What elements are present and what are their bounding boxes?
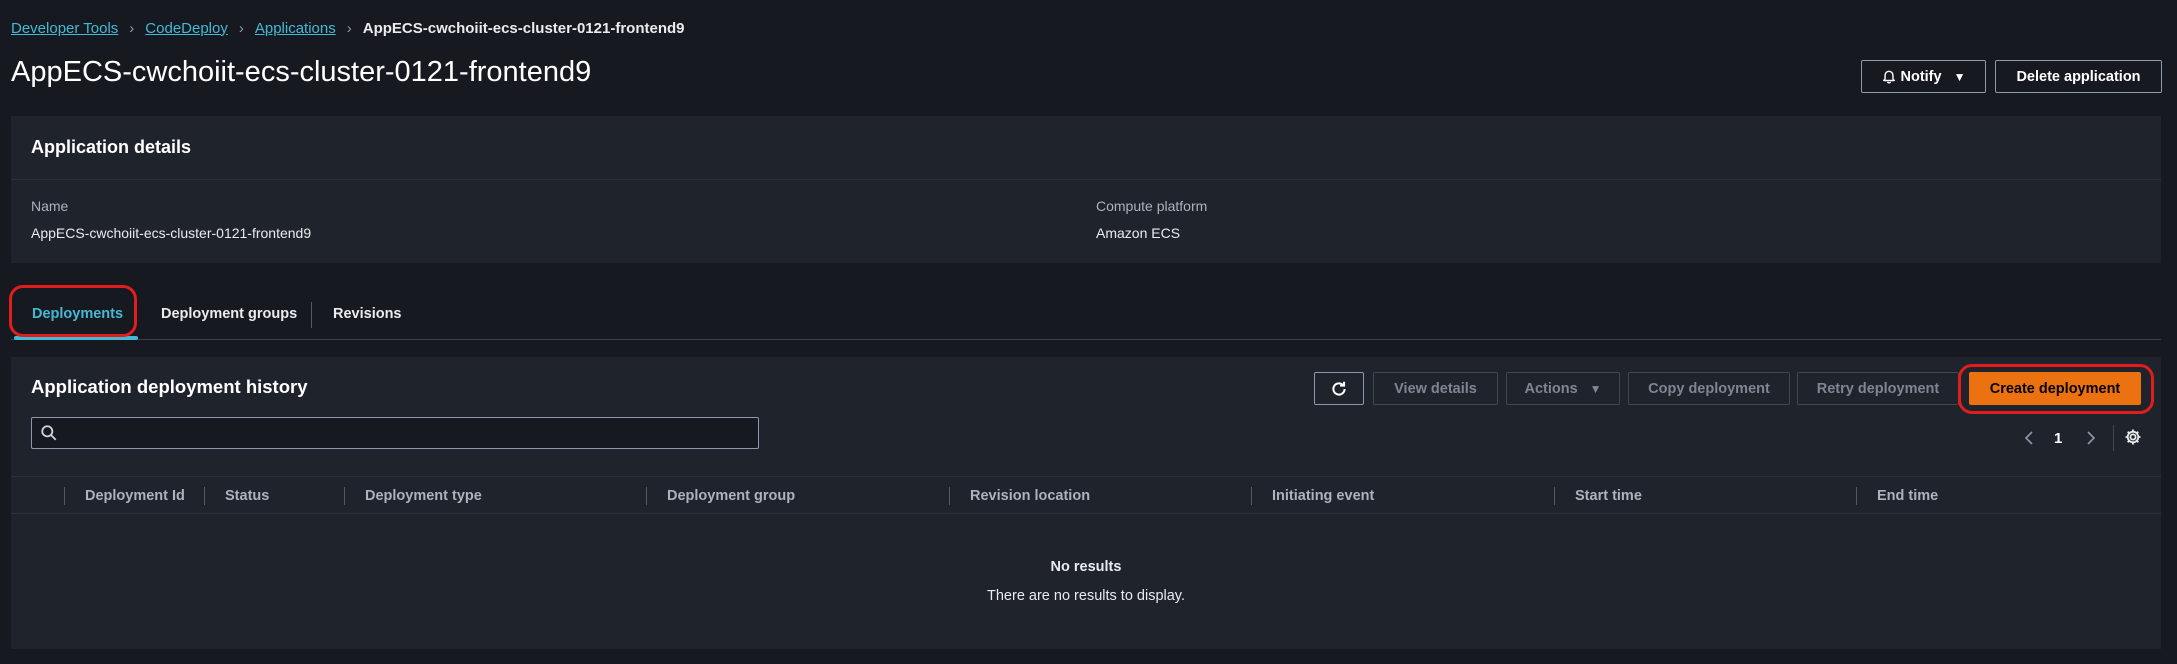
column-divider xyxy=(64,487,65,505)
name-field: Name AppECS-cwchoiit-ecs-cluster-0121-fr… xyxy=(31,198,311,241)
column-header-revision-location[interactable]: Revision location xyxy=(970,477,1090,515)
name-label: Name xyxy=(31,198,69,214)
page-title: AppECS-cwchoiit-ecs-cluster-0121-fronten… xyxy=(11,56,592,88)
table-header: Deployment Id Status Deployment type Dep… xyxy=(11,476,2161,514)
empty-state-title: No results xyxy=(1050,559,1122,575)
column-header-initiating-event[interactable]: Initiating event xyxy=(1272,477,1374,515)
create-deployment-button[interactable]: Create deployment xyxy=(1969,372,2141,405)
compute-platform-value: Amazon ECS xyxy=(1096,225,1181,241)
column-divider xyxy=(949,487,950,505)
column-header-deployment-type[interactable]: Deployment type xyxy=(365,477,482,515)
refresh-button[interactable] xyxy=(1314,372,1364,405)
notify-label: Notify xyxy=(1900,68,1942,85)
previous-page-icon[interactable] xyxy=(2023,428,2035,448)
active-tab-indicator xyxy=(14,336,138,340)
page-number[interactable]: 1 xyxy=(2054,428,2062,448)
retry-deployment-button[interactable]: Retry deployment xyxy=(1797,372,1959,405)
tab-revisions[interactable]: Revisions xyxy=(333,288,402,340)
column-header-deployment-id[interactable]: Deployment Id xyxy=(85,477,185,515)
column-header-start-time[interactable]: Start time xyxy=(1575,477,1642,515)
application-details-title: Application details xyxy=(11,116,2161,180)
deployment-history-title: Application deployment history xyxy=(31,376,308,397)
pager-divider xyxy=(2113,425,2114,451)
breadcrumb-current: AppECS-cwchoiit-ecs-cluster-0121-fronten… xyxy=(362,19,685,37)
deployment-history-panel: Application deployment history View deta… xyxy=(11,357,2161,649)
column-header-end-time[interactable]: End time xyxy=(1877,477,1938,515)
column-header-status[interactable]: Status xyxy=(225,477,269,515)
notify-button[interactable]: Notify ▼ xyxy=(1861,60,1986,93)
refresh-icon xyxy=(1332,381,1346,396)
column-divider xyxy=(1251,487,1252,505)
column-divider xyxy=(204,487,205,505)
tab-divider xyxy=(311,302,312,328)
column-divider xyxy=(646,487,647,505)
breadcrumb-developer-tools[interactable]: Developer Tools xyxy=(11,20,118,37)
breadcrumb-applications[interactable]: Applications xyxy=(255,20,336,37)
chevron-right-icon: › xyxy=(129,19,135,37)
chevron-right-icon: › xyxy=(346,19,352,37)
search-icon xyxy=(41,425,57,441)
caret-down-icon: ▼ xyxy=(1589,381,1602,396)
gear-icon[interactable] xyxy=(2123,427,2143,452)
breadcrumb-codedeploy[interactable]: CodeDeploy xyxy=(145,20,228,37)
chevron-right-icon: › xyxy=(238,19,244,37)
tab-deployment-groups[interactable]: Deployment groups xyxy=(161,288,297,340)
application-details-panel: Application details Name AppECS-cwchoiit… xyxy=(11,116,2161,263)
column-divider xyxy=(1856,487,1857,505)
compute-platform-field: Compute platform Amazon ECS xyxy=(1096,198,1207,241)
compute-platform-label: Compute platform xyxy=(1096,198,1208,214)
name-value: AppECS-cwchoiit-ecs-cluster-0121-fronten… xyxy=(31,225,312,241)
column-divider xyxy=(1554,487,1555,505)
delete-application-button[interactable]: Delete application xyxy=(1995,60,2162,93)
tab-deployments[interactable]: Deployments xyxy=(32,288,123,340)
actions-label: Actions xyxy=(1524,380,1578,397)
actions-button[interactable]: Actions ▼ xyxy=(1506,372,1620,405)
column-header-deployment-group[interactable]: Deployment group xyxy=(667,477,795,515)
view-details-button[interactable]: View details xyxy=(1373,372,1498,405)
caret-down-icon: ▼ xyxy=(1953,69,1966,84)
tab-bar: Deployments Deployment groups Revisions xyxy=(11,288,2161,340)
copy-deployment-button[interactable]: Copy deployment xyxy=(1628,372,1790,405)
next-page-icon[interactable] xyxy=(2085,428,2097,448)
search-input[interactable] xyxy=(31,417,759,449)
empty-state-message: There are no results to display. xyxy=(987,588,1185,604)
breadcrumb: Developer Tools › CodeDeploy › Applicati… xyxy=(11,17,684,39)
bell-icon xyxy=(1882,70,1895,84)
column-divider xyxy=(344,487,345,505)
